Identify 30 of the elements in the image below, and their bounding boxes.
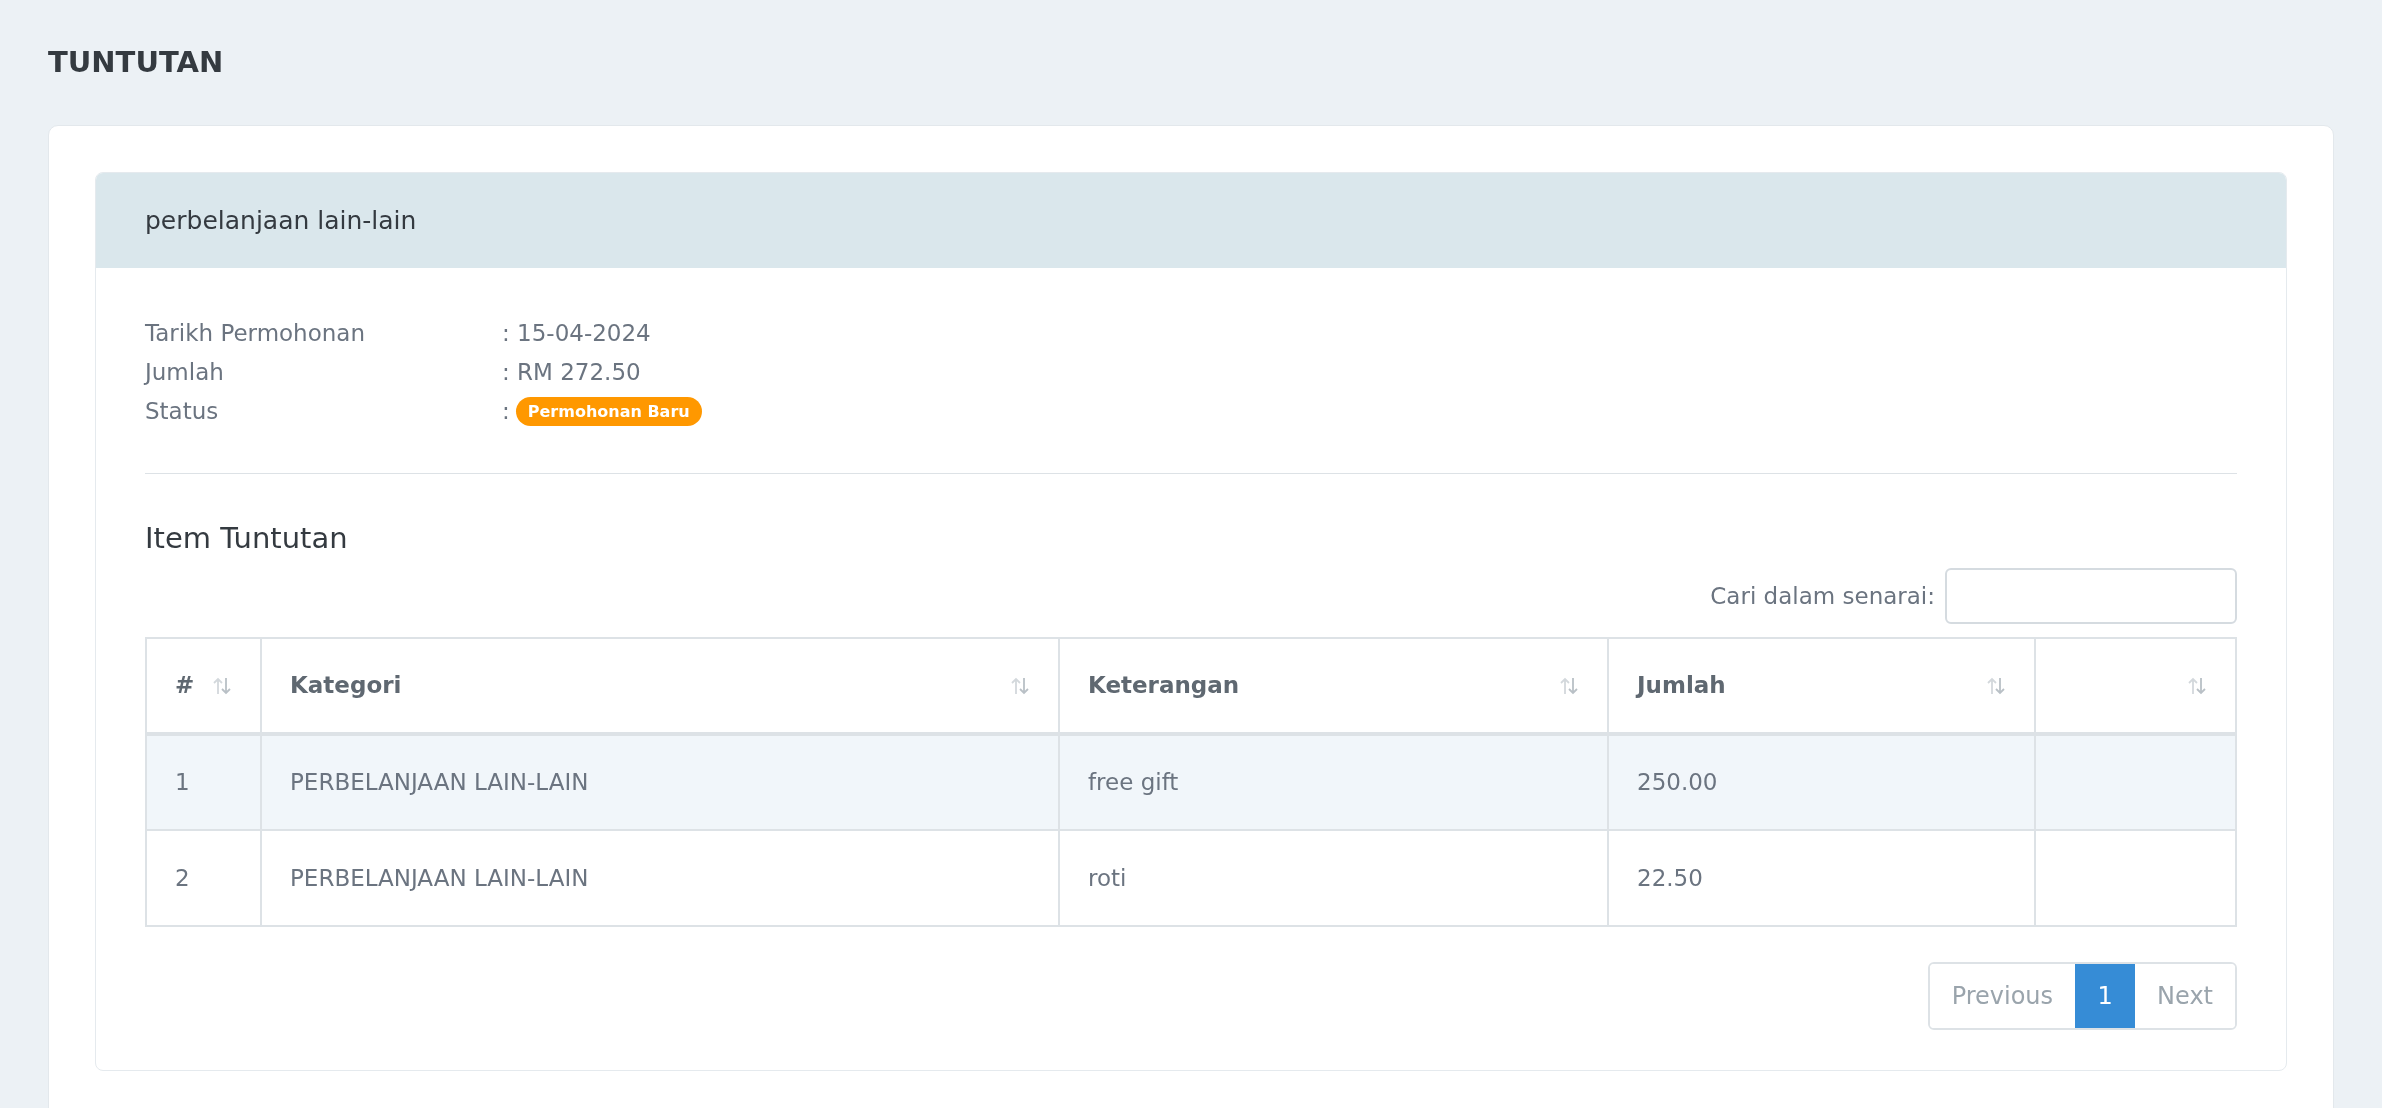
detail-value: : 15-04-2024: [502, 319, 651, 349]
column-header[interactable]: #: [175, 668, 195, 703]
detail-label: Tarikh Permohonan: [145, 319, 367, 349]
table-cell: 2: [175, 864, 190, 891]
sort-icon[interactable]: [1559, 675, 1579, 696]
section-heading: Item Tuntutan: [145, 520, 349, 557]
page-title: TUNTUTAN: [48, 44, 225, 80]
table-cell: PERBELANJAAN LAIN-LAIN: [290, 769, 589, 796]
column-header[interactable]: Jumlah: [1637, 668, 1726, 703]
table-cell: PERBELANJAAN LAIN-LAIN: [290, 864, 589, 891]
detail-label: Jumlah: [145, 358, 225, 388]
status-badge: Permohonan Baru: [515, 397, 702, 426]
search-field[interactable]: [1945, 568, 2237, 624]
detail-value: : RM 272.50: [502, 358, 641, 388]
table-cell: 22.50: [1637, 864, 1703, 891]
sort-icon[interactable]: [1986, 675, 2006, 696]
table-cell: free gift: [1088, 769, 1179, 796]
column-header[interactable]: Keterangan: [1088, 668, 1240, 703]
card-title: perbelanjaan lain-lain: [145, 204, 417, 237]
detail-label: Status: [145, 397, 220, 427]
detail-separator: :: [502, 397, 510, 427]
table-cell: roti: [1088, 864, 1127, 891]
sort-icon[interactable]: [2187, 675, 2207, 696]
table-cell: 250.00: [1637, 769, 1718, 796]
table-cell: 1: [175, 769, 190, 796]
sort-icon[interactable]: [1010, 675, 1030, 696]
page-button[interactable]: 1: [2075, 964, 2136, 1028]
search-label: Cari dalam senarai:: [1710, 581, 1935, 611]
column-header[interactable]: Kategori: [290, 668, 402, 703]
sort-icon[interactable]: [212, 675, 232, 696]
